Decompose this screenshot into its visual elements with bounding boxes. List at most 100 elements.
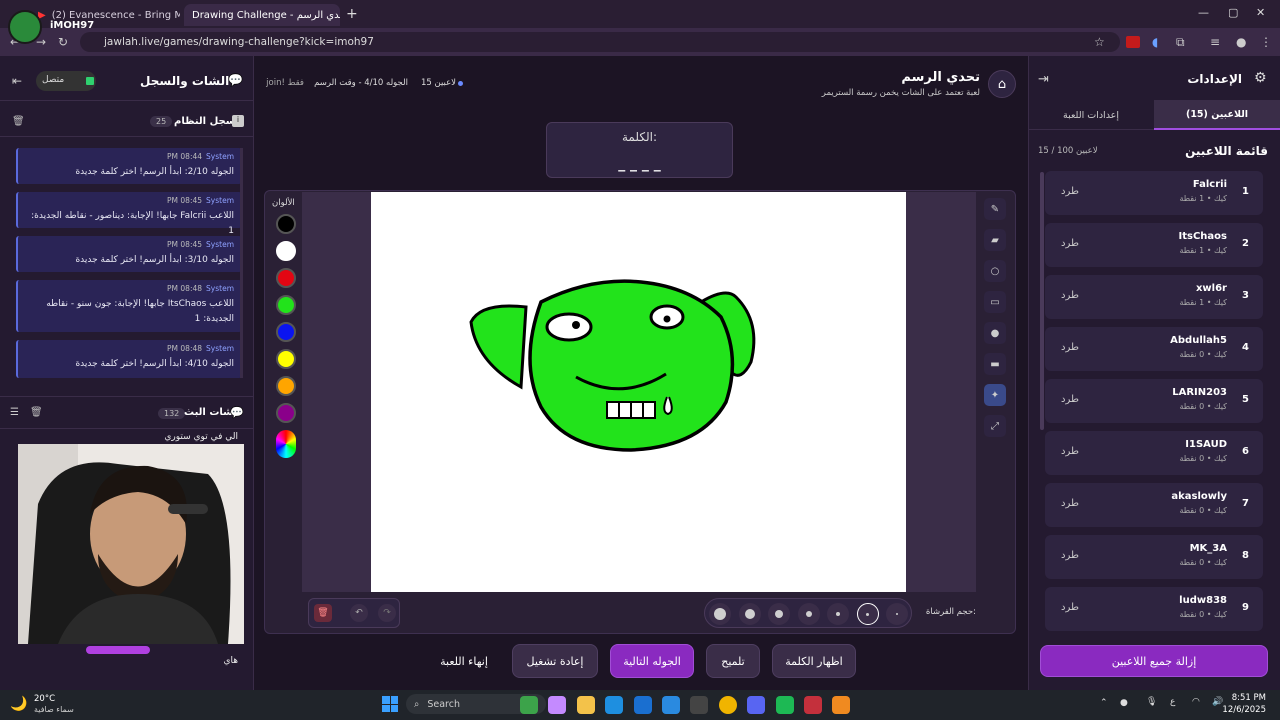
outlook-icon[interactable] (633, 696, 652, 714)
custom-color-picker[interactable] (276, 430, 296, 458)
brush-size-option[interactable] (709, 603, 731, 625)
brush-size-option[interactable] (886, 603, 908, 625)
kick-player-button[interactable]: طرد (1061, 394, 1079, 405)
eraser-icon[interactable]: ▰ (984, 229, 1006, 251)
brush-size-option[interactable] (856, 603, 879, 625)
green-app-icon[interactable] (520, 696, 538, 714)
fill-bucket-icon[interactable]: ✦ (984, 384, 1006, 406)
message-text: الجوله 4/10: ابدأ الرسم! اختر كلمة جديدة (75, 359, 234, 369)
log-message: System 08:48 PM اللاعب ItsChaos جابها! الإ… (16, 280, 242, 332)
reload-icon[interactable]: ↻ (58, 35, 68, 49)
remove-all-players-button[interactable]: إزالة جميع اللاعبين (1040, 645, 1268, 677)
sort-icon[interactable]: ☰ (10, 407, 19, 418)
player-name: akaslowly (1171, 491, 1227, 502)
brush-size-option[interactable] (768, 603, 790, 625)
minimize-button[interactable]: — (1198, 6, 1209, 19)
collapse-panel-icon[interactable]: ⇤ (12, 74, 22, 88)
message-time: 08:48 PM (167, 284, 203, 293)
color-swatch[interactable] (276, 403, 296, 423)
button-label: إنهاء اللعبة (440, 654, 488, 668)
new-tab-button[interactable]: + (346, 6, 358, 22)
color-swatch[interactable] (276, 295, 296, 315)
url-field[interactable]: jawlah.live/games/drawing-challenge?kick… (80, 32, 1120, 52)
profile-icon[interactable]: ● (1236, 35, 1246, 49)
language-icon[interactable]: ع (1170, 697, 1175, 707)
puzzle-icon[interactable]: ⧉ (1176, 35, 1185, 50)
color-swatch[interactable] (276, 241, 296, 261)
pencil-icon[interactable]: ✎ (984, 198, 1006, 220)
color-swatch[interactable] (276, 214, 296, 234)
bookmark-star-icon[interactable]: ☆ (1094, 35, 1105, 49)
rectangle-icon[interactable]: ▭ (984, 291, 1006, 313)
adblock-icon[interactable] (1126, 36, 1140, 48)
log-message: System 08:44 PM الجوله 2/10: ابدأ الرسم! ا… (16, 148, 242, 184)
players-count: 15 / 100 لاعبين (1038, 146, 1098, 156)
kick-player-button[interactable]: طرد (1061, 446, 1079, 457)
redo-icon[interactable]: ↷ (378, 604, 396, 622)
chat-icon: 💬 (228, 73, 243, 87)
extension-icon[interactable]: ◖ (1152, 35, 1158, 49)
line-icon[interactable]: ⤢ (984, 415, 1006, 437)
kick-player-button[interactable]: طرد (1061, 498, 1079, 509)
round-status: الجوله 4/10 - وقت الرسم (314, 78, 408, 88)
hint-button[interactable]: تلميح (706, 644, 760, 678)
show-word-button[interactable]: اظهار الكلمة (772, 644, 856, 678)
undo-icon[interactable]: ↶ (350, 604, 368, 622)
trash-icon[interactable]: 🗑 (30, 407, 43, 418)
kick-player-button[interactable]: طرد (1061, 342, 1079, 353)
brush-size-option[interactable] (797, 603, 820, 625)
tray-icon[interactable]: ● (1120, 698, 1128, 708)
app-icon[interactable] (804, 696, 822, 714)
filled-circle-icon[interactable]: ● (984, 322, 1006, 344)
message-text: اللاعب ItsChaos جابها! الإجابة: جون سنو … (46, 299, 234, 324)
message-time: 08:48 PM (167, 344, 203, 353)
home-icon[interactable]: ⌂ (988, 70, 1016, 98)
steam-icon[interactable] (690, 696, 709, 714)
kick-player-button[interactable]: طرد (1061, 550, 1079, 561)
kick-player-button[interactable]: طرد (1061, 186, 1079, 197)
overwatch-icon[interactable] (832, 696, 851, 714)
spotify-icon[interactable] (775, 696, 794, 714)
tab-settings[interactable]: إعدادات اللعبة (1028, 100, 1154, 130)
circle-icon[interactable]: ○ (984, 260, 1006, 282)
tab-label: اللاعبين (15) (1185, 108, 1249, 120)
trash-icon[interactable]: 🗑 (12, 116, 25, 127)
drawing-canvas[interactable] (371, 192, 906, 592)
chrome-icon[interactable] (718, 696, 737, 714)
tray-chevron-icon[interactable]: ⌃ (1100, 698, 1108, 708)
brush-size-option[interactable] (738, 603, 761, 625)
kick-player-button[interactable]: طرد (1061, 602, 1079, 613)
scrollbar[interactable] (1040, 172, 1044, 430)
brush-size-option[interactable] (827, 603, 849, 625)
filled-rectangle-icon[interactable]: ▬ (984, 353, 1006, 375)
color-swatch[interactable] (276, 322, 296, 342)
kick-player-button[interactable]: طرد (1061, 238, 1079, 249)
end-game-button[interactable]: إنهاء اللعبة (430, 644, 498, 678)
maximize-button[interactable]: ▢ (1228, 6, 1238, 19)
restart-button[interactable]: إعادة تشغيل (512, 644, 598, 678)
vscode-icon[interactable] (662, 696, 680, 714)
color-swatch[interactable] (276, 376, 296, 396)
playlist-icon[interactable]: ≡ (1210, 35, 1220, 49)
next-round-button[interactable]: الجوله التالية (610, 644, 694, 678)
file-explorer-icon[interactable] (576, 696, 595, 714)
menu-icon[interactable]: ⋮ (1260, 35, 1272, 49)
kick-player-button[interactable]: طرد (1061, 290, 1079, 301)
collapse-panel-icon[interactable]: ⇥ (1038, 72, 1049, 87)
scrollbar[interactable] (240, 148, 243, 378)
wifi-icon[interactable]: ◠ (1192, 697, 1200, 707)
start-icon[interactable] (382, 696, 398, 712)
color-swatch[interactable] (276, 349, 296, 369)
close-window-button[interactable]: ✕ (1256, 6, 1265, 19)
player-rank: 2 (1242, 238, 1249, 249)
copilot-icon[interactable] (548, 696, 567, 714)
tab-players[interactable]: اللاعبين (15) (1154, 100, 1280, 130)
edge-icon[interactable] (605, 696, 624, 714)
clear-canvas-button[interactable]: 🗑 (314, 604, 332, 622)
mic-icon[interactable]: 🎙 (1146, 697, 1157, 707)
discord-icon[interactable] (747, 696, 766, 714)
player-name: MK_3A (1189, 543, 1227, 554)
color-swatch[interactable] (276, 268, 296, 288)
browser-tab-game[interactable]: Drawing Challenge - تحدي الرسم✕ (184, 4, 340, 26)
page-title: تحدي الرسم (901, 70, 980, 85)
